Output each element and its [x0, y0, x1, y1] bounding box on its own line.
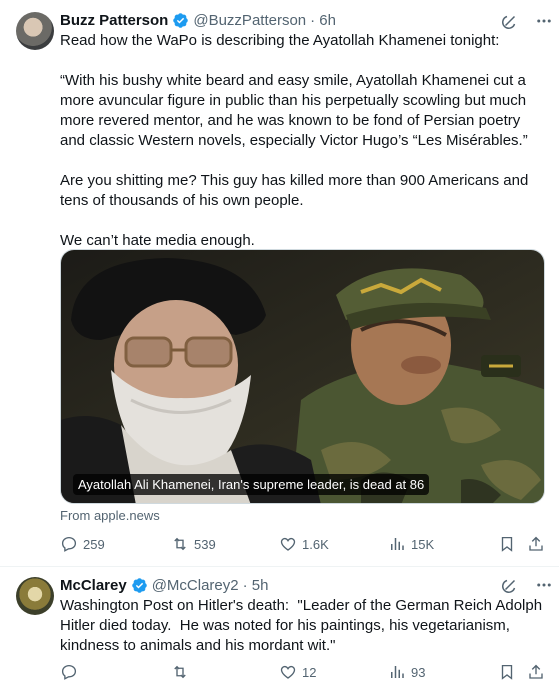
share-icon [529, 664, 543, 679]
grok-icon[interactable] [501, 576, 519, 594]
display-name[interactable]: Buzz Patterson [60, 12, 168, 29]
repost-button[interactable] [171, 663, 194, 681]
tweet-media-image[interactable]: Ayatollah Ali Khamenei, Iran's supreme l… [60, 249, 545, 504]
avatar[interactable] [16, 577, 54, 615]
views-button[interactable]: 93 [388, 663, 425, 681]
verified-badge-icon [131, 577, 147, 593]
share-button[interactable] [527, 663, 550, 681]
tweet-header: McClarey @McClarey2 · 5h [60, 575, 268, 595]
like-button[interactable]: 12 [279, 663, 316, 681]
views-count: 15K [411, 536, 435, 552]
timestamp[interactable]: · 5h [243, 577, 269, 594]
reply-count: 259 [83, 536, 105, 552]
tweet-header: Buzz Patterson @BuzzPatterson · 6h [60, 10, 336, 30]
like-button[interactable]: 1.6K [279, 535, 329, 553]
display-name[interactable]: McClarey [60, 577, 127, 594]
link-source[interactable]: From apple.news [60, 508, 160, 523]
tweet-actions: 259 539 1.6K 15K [60, 535, 545, 555]
repost-icon [174, 665, 186, 679]
photo-khamenei [61, 250, 544, 503]
handle[interactable]: @McClarey2 [152, 577, 239, 594]
like-icon [280, 665, 296, 679]
reply-icon [61, 664, 77, 680]
repost-icon [174, 537, 186, 551]
tweet-text: Read how the WaPo is describing the Ayat… [60, 32, 529, 249]
avatar[interactable] [16, 12, 54, 50]
reply-icon [61, 536, 77, 552]
reply-button[interactable]: 259 [60, 535, 105, 553]
share-icon [529, 536, 543, 551]
more-icon[interactable] [535, 12, 553, 30]
like-count: 1.6K [302, 536, 329, 552]
handle[interactable]: @BuzzPatterson [193, 12, 306, 29]
tweet-top-actions [501, 576, 553, 594]
like-icon [280, 537, 296, 551]
more-icon[interactable] [535, 576, 553, 594]
views-count: 93 [411, 664, 426, 680]
views-icon [391, 666, 404, 678]
share-button[interactable] [527, 535, 550, 553]
repost-count: 539 [194, 536, 216, 552]
bookmark-button[interactable] [498, 663, 521, 681]
bookmark-icon [501, 536, 513, 552]
tweet-actions: 12 93 [60, 663, 545, 683]
grok-icon[interactable] [501, 12, 519, 30]
tweet[interactable]: McClarey @McClarey2 · 5h Washington Post… [0, 567, 559, 694]
tweet[interactable]: Buzz Patterson @BuzzPatterson · 6h Read … [0, 0, 559, 567]
repost-button[interactable]: 539 [171, 535, 216, 553]
like-count: 12 [302, 664, 317, 680]
tweet-top-actions [501, 12, 553, 30]
timestamp[interactable]: · 6h [310, 12, 336, 29]
tweet-text: Washington Post on Hitler's death: "Lead… [60, 597, 547, 654]
views-button[interactable]: 15K [388, 535, 434, 553]
bookmark-icon [501, 664, 513, 680]
reply-button[interactable] [60, 663, 83, 681]
verified-badge-icon [173, 12, 189, 28]
media-caption: Ayatollah Ali Khamenei, Iran's supreme l… [73, 474, 430, 495]
views-icon [391, 538, 404, 550]
bookmark-button[interactable] [498, 535, 521, 553]
